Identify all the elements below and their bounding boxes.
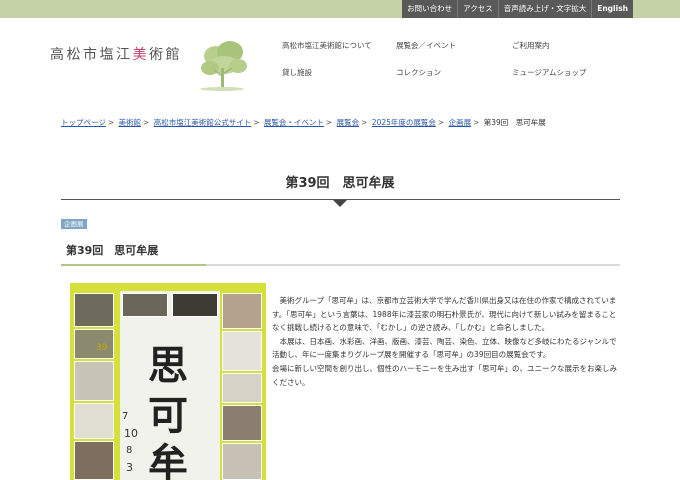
breadcrumb-link[interactable]: 展覧会	[337, 118, 360, 127]
poster-artwork-thumb	[222, 443, 262, 480]
poster-edition-number: 39	[96, 343, 108, 353]
section-divider-accent	[61, 264, 206, 266]
poster-artwork-thumb	[74, 329, 114, 359]
breadcrumb: トップページ > 美術館 > 高松市塩江美術館公式サイト > 展覧会・イベント > 展覧…	[61, 118, 546, 127]
poster-artwork-thumb	[222, 293, 262, 329]
poster-artwork-thumb	[122, 293, 168, 317]
breadcrumb-link[interactable]: 美術館	[119, 118, 142, 127]
description-paragraph: 美術グループ「思可牟」は、京都市立芸術大学で学んだ香川県出身又は在住の作家で構成…	[272, 296, 617, 333]
gnav-rental[interactable]: 貸し施設	[282, 67, 312, 78]
util-nav-contact[interactable]: お問い合わせ	[402, 0, 458, 18]
gnav-collection[interactable]: コレクション	[396, 67, 441, 78]
poster-date: 3	[126, 461, 133, 474]
description-paragraph: 会場に新しい空間を創り出し、個性のハーモニーを生み出す「思可牟」の、ユニークな展…	[272, 363, 617, 387]
title-arrow-icon	[333, 200, 347, 207]
poster-artwork-thumb	[172, 293, 218, 317]
util-nav-access[interactable]: アクセス	[457, 0, 498, 18]
gnav-exhibitions[interactable]: 展覧会／イベント	[396, 40, 456, 51]
poster-artwork-thumb	[74, 403, 114, 439]
page-title: 第39回 思可牟展	[285, 176, 395, 191]
global-nav: 高松市塩江美術館について 展覧会／イベント ご利用案内 貸し施設 コレクション …	[282, 40, 612, 80]
poster-artwork-thumb	[74, 441, 114, 480]
poster-artwork-thumb	[222, 331, 262, 371]
site-logo[interactable]: 高松市塩江美術館	[50, 36, 250, 96]
poster-artwork-thumb	[74, 361, 114, 401]
gnav-shop[interactable]: ミュージアムショップ	[512, 67, 586, 78]
poster-date: 10	[124, 427, 138, 440]
poster-date: 8	[126, 445, 133, 456]
poster-artwork-thumb	[222, 373, 262, 403]
poster-title-char: 牟	[148, 440, 188, 480]
category-tag: 企画展	[61, 219, 87, 229]
breadcrumb-link[interactable]: 高松市塩江美術館公式サイト	[154, 118, 252, 127]
tree-logo-icon	[200, 41, 247, 91]
breadcrumb-link[interactable]: 展覧会・イベント	[264, 118, 324, 127]
poster-artwork-thumb	[74, 293, 114, 327]
logo-text: 高松市塩江美術館	[50, 47, 182, 63]
gnav-guide[interactable]: ご利用案内	[512, 40, 550, 51]
exhibition-poster: 39 思 可 牟 7 10 8 3	[70, 283, 266, 480]
util-nav-english[interactable]: English	[591, 0, 633, 18]
breadcrumb-link[interactable]: 企画展	[449, 118, 472, 127]
breadcrumb-link[interactable]: 2025年度の展覧会	[372, 118, 436, 127]
util-nav-accessibility[interactable]: 音声読み上げ・文字拡大	[497, 0, 592, 18]
poster-artwork-thumb	[222, 405, 262, 441]
poster-date: 7	[122, 411, 129, 422]
breadcrumb-current: 第39回 思可牟展	[483, 118, 546, 127]
gnav-about[interactable]: 高松市塩江美術館について	[282, 40, 372, 51]
description-paragraph: 本展は、日本画、水彩画、洋画、版画、漆芸、陶芸、染色、立体、映像など多岐にわたる…	[272, 336, 617, 360]
breadcrumb-link[interactable]: トップページ	[61, 118, 106, 127]
utility-nav: お問い合わせ アクセス 音声読み上げ・文字拡大 English	[402, 0, 633, 18]
exhibition-description: 美術グループ「思可牟」は、京都市立芸術大学で学んだ香川県出身又は在住の作家で構成…	[272, 294, 618, 389]
section-heading: 第39回 思可牟展	[66, 244, 159, 257]
